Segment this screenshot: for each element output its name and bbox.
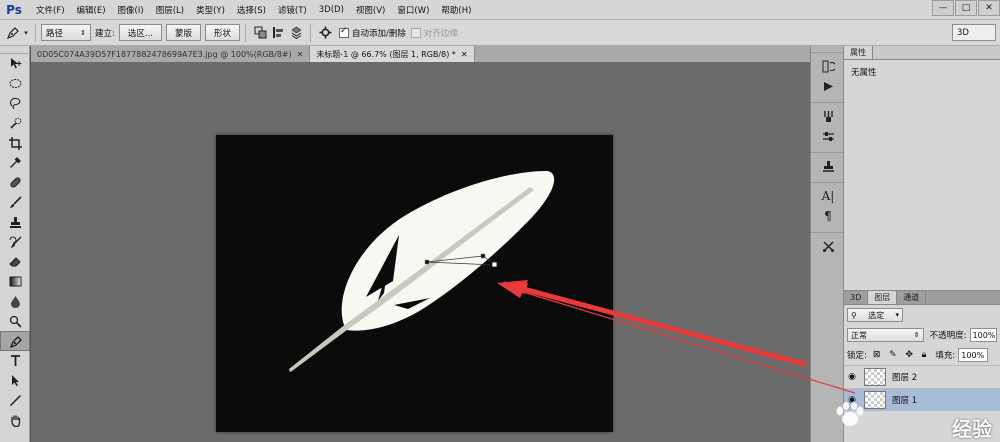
watermark: 经验 (835, 398, 1000, 442)
photoshop-window: Ps 文件(F) 编辑(E) 图像(I) 图层(L) 类型(Y) 选择(S) 滤… (0, 0, 1000, 442)
annotation-arrow (497, 280, 856, 394)
watermark-text: 经验 (952, 417, 992, 441)
paw-logo-icon (835, 402, 865, 434)
